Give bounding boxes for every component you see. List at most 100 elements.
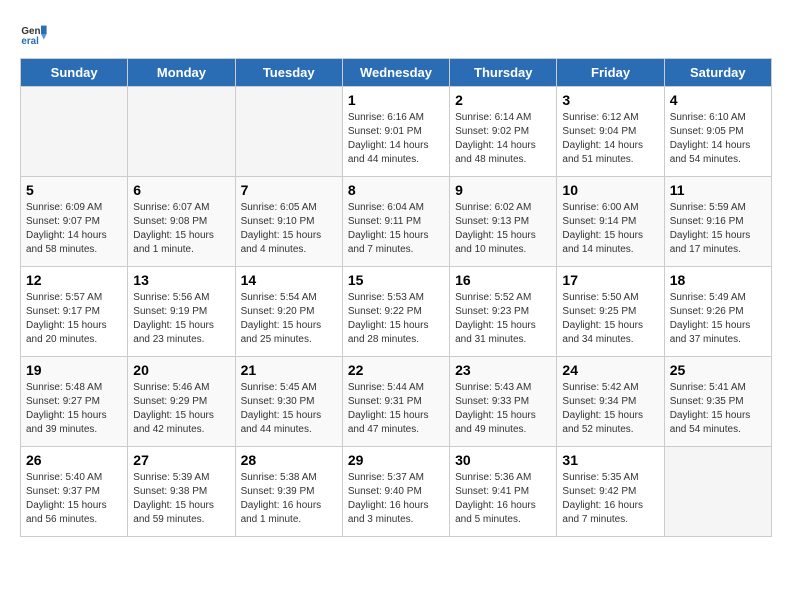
day-info: Sunrise: 5:54 AMSunset: 9:20 PMDaylight:… <box>241 291 337 347</box>
day-number: 24 <box>562 362 658 378</box>
day-info: Sunrise: 6:09 AMSunset: 9:07 PMDaylight:… <box>26 201 122 257</box>
day-number: 31 <box>562 452 658 468</box>
calendar-cell: 12 Sunrise: 5:57 AMSunset: 9:17 PMDayligh… <box>21 267 128 357</box>
calendar-cell: 24 Sunrise: 5:42 AMSunset: 9:34 PMDayligh… <box>557 357 664 447</box>
day-number: 10 <box>562 182 658 198</box>
calendar-cell: 15 Sunrise: 5:53 AMSunset: 9:22 PMDayligh… <box>342 267 449 357</box>
day-number: 25 <box>670 362 766 378</box>
calendar-cell <box>128 87 235 177</box>
day-info: Sunrise: 5:50 AMSunset: 9:25 PMDaylight:… <box>562 291 658 347</box>
day-info: Sunrise: 5:42 AMSunset: 9:34 PMDaylight:… <box>562 381 658 437</box>
calendar-cell <box>235 87 342 177</box>
day-info: Sunrise: 6:10 AMSunset: 9:05 PMDaylight:… <box>670 111 766 167</box>
calendar-cell: 2 Sunrise: 6:14 AMSunset: 9:02 PMDaylight… <box>450 87 557 177</box>
logo-icon: Gen eral <box>20 20 48 48</box>
day-number: 15 <box>348 272 444 288</box>
calendar-cell <box>21 87 128 177</box>
weekday-header-thursday: Thursday <box>450 59 557 87</box>
day-info: Sunrise: 5:44 AMSunset: 9:31 PMDaylight:… <box>348 381 444 437</box>
day-number: 27 <box>133 452 229 468</box>
day-number: 29 <box>348 452 444 468</box>
calendar-cell: 21 Sunrise: 5:45 AMSunset: 9:30 PMDayligh… <box>235 357 342 447</box>
calendar-cell: 13Sunrise: 5:56 AMSunset: 9:19 PMDayligh… <box>128 267 235 357</box>
day-number: 2 <box>455 92 551 108</box>
day-number: 28 <box>241 452 337 468</box>
weekday-header-wednesday: Wednesday <box>342 59 449 87</box>
day-info: Sunrise: 6:16 AMSunset: 9:01 PMDaylight:… <box>348 111 444 167</box>
day-info: Sunrise: 5:35 AMSunset: 9:42 PMDaylight:… <box>562 471 658 527</box>
day-info: Sunrise: 5:46 AMSunset: 9:29 PMDaylight:… <box>133 381 229 437</box>
day-number: 3 <box>562 92 658 108</box>
day-info: Sunrise: 5:39 AMSunset: 9:38 PMDaylight:… <box>133 471 229 527</box>
day-number: 21 <box>241 362 337 378</box>
day-number: 11 <box>670 182 766 198</box>
day-number: 12 <box>26 272 122 288</box>
day-number: 4 <box>670 92 766 108</box>
day-info: Sunrise: 6:12 AMSunset: 9:04 PMDaylight:… <box>562 111 658 167</box>
calendar-cell: 4 Sunrise: 6:10 AMSunset: 9:05 PMDaylight… <box>664 87 771 177</box>
calendar-cell: 10 Sunrise: 6:00 AMSunset: 9:14 PMDayligh… <box>557 177 664 267</box>
day-info: Sunrise: 5:48 AMSunset: 9:27 PMDaylight:… <box>26 381 122 437</box>
day-info: Sunrise: 6:07 AMSunset: 9:08 PMDaylight:… <box>133 201 229 257</box>
day-number: 30 <box>455 452 551 468</box>
calendar-cell: 8 Sunrise: 6:04 AMSunset: 9:11 PMDaylight… <box>342 177 449 267</box>
day-number: 18 <box>670 272 766 288</box>
day-info: Sunrise: 5:37 AMSunset: 9:40 PMDaylight:… <box>348 471 444 527</box>
day-info: Sunrise: 5:41 AMSunset: 9:35 PMDaylight:… <box>670 381 766 437</box>
day-info: Sunrise: 5:40 AMSunset: 9:37 PMDaylight:… <box>26 471 122 527</box>
day-info: Sunrise: 5:59 AMSunset: 9:16 PMDaylight:… <box>670 201 766 257</box>
day-info: Sunrise: 5:36 AMSunset: 9:41 PMDaylight:… <box>455 471 551 527</box>
calendar-cell: 6Sunrise: 6:07 AMSunset: 9:08 PMDaylight… <box>128 177 235 267</box>
weekday-header-sunday: Sunday <box>21 59 128 87</box>
day-info: Sunrise: 6:00 AMSunset: 9:14 PMDaylight:… <box>562 201 658 257</box>
day-info: Sunrise: 5:38 AMSunset: 9:39 PMDaylight:… <box>241 471 337 527</box>
calendar-cell: 18 Sunrise: 5:49 AMSunset: 9:26 PMDayligh… <box>664 267 771 357</box>
day-number: 19 <box>26 362 122 378</box>
calendar-cell: 5 Sunrise: 6:09 AMSunset: 9:07 PMDaylight… <box>21 177 128 267</box>
day-number: 17 <box>562 272 658 288</box>
calendar-cell: 19 Sunrise: 5:48 AMSunset: 9:27 PMDayligh… <box>21 357 128 447</box>
day-info: Sunrise: 6:04 AMSunset: 9:11 PMDaylight:… <box>348 201 444 257</box>
day-info: Sunrise: 6:05 AMSunset: 9:10 PMDaylight:… <box>241 201 337 257</box>
day-info: Sunrise: 5:52 AMSunset: 9:23 PMDaylight:… <box>455 291 551 347</box>
calendar-cell: 3 Sunrise: 6:12 AMSunset: 9:04 PMDaylight… <box>557 87 664 177</box>
day-number: 23 <box>455 362 551 378</box>
day-number: 5 <box>26 182 122 198</box>
calendar-cell: 23 Sunrise: 5:43 AMSunset: 9:33 PMDayligh… <box>450 357 557 447</box>
calendar-cell: 7 Sunrise: 6:05 AMSunset: 9:10 PMDaylight… <box>235 177 342 267</box>
calendar-cell: 1 Sunrise: 6:16 AMSunset: 9:01 PMDaylight… <box>342 87 449 177</box>
calendar-cell: 26 Sunrise: 5:40 AMSunset: 9:37 PMDayligh… <box>21 447 128 537</box>
day-number: 14 <box>241 272 337 288</box>
day-number: 26 <box>26 452 122 468</box>
day-number: 1 <box>348 92 444 108</box>
day-info: Sunrise: 5:56 AMSunset: 9:19 PMDaylight:… <box>133 291 229 347</box>
day-info: Sunrise: 5:49 AMSunset: 9:26 PMDaylight:… <box>670 291 766 347</box>
day-number: 20 <box>133 362 229 378</box>
day-number: 22 <box>348 362 444 378</box>
calendar-cell: 22 Sunrise: 5:44 AMSunset: 9:31 PMDayligh… <box>342 357 449 447</box>
calendar-table: SundayMondayTuesdayWednesdayThursdayFrid… <box>20 58 772 537</box>
day-info: Sunrise: 5:57 AMSunset: 9:17 PMDaylight:… <box>26 291 122 347</box>
calendar-cell: 20 Sunrise: 5:46 AMSunset: 9:29 PMDayligh… <box>128 357 235 447</box>
calendar-cell: 9Sunrise: 6:02 AMSunset: 9:13 PMDaylight… <box>450 177 557 267</box>
day-info: Sunrise: 5:45 AMSunset: 9:30 PMDaylight:… <box>241 381 337 437</box>
calendar-cell: 11 Sunrise: 5:59 AMSunset: 9:16 PMDayligh… <box>664 177 771 267</box>
weekday-header-friday: Friday <box>557 59 664 87</box>
day-number: 7 <box>241 182 337 198</box>
weekday-header-monday: Monday <box>128 59 235 87</box>
day-number: 8 <box>348 182 444 198</box>
day-number: 16 <box>455 272 551 288</box>
calendar-cell: 30 Sunrise: 5:36 AMSunset: 9:41 PMDayligh… <box>450 447 557 537</box>
day-info: Sunrise: 5:43 AMSunset: 9:33 PMDaylight:… <box>455 381 551 437</box>
calendar-cell: 28 Sunrise: 5:38 AMSunset: 9:39 PMDayligh… <box>235 447 342 537</box>
logo: Gen eral <box>20 20 52 48</box>
day-info: Sunrise: 6:14 AMSunset: 9:02 PMDaylight:… <box>455 111 551 167</box>
calendar-cell: 16 Sunrise: 5:52 AMSunset: 9:23 PMDayligh… <box>450 267 557 357</box>
day-info: Sunrise: 5:53 AMSunset: 9:22 PMDaylight:… <box>348 291 444 347</box>
svg-text:eral: eral <box>21 36 39 47</box>
calendar-cell: 31 Sunrise: 5:35 AMSunset: 9:42 PMDayligh… <box>557 447 664 537</box>
calendar-cell: 29 Sunrise: 5:37 AMSunset: 9:40 PMDayligh… <box>342 447 449 537</box>
weekday-header-saturday: Saturday <box>664 59 771 87</box>
calendar-cell <box>664 447 771 537</box>
weekday-header-tuesday: Tuesday <box>235 59 342 87</box>
